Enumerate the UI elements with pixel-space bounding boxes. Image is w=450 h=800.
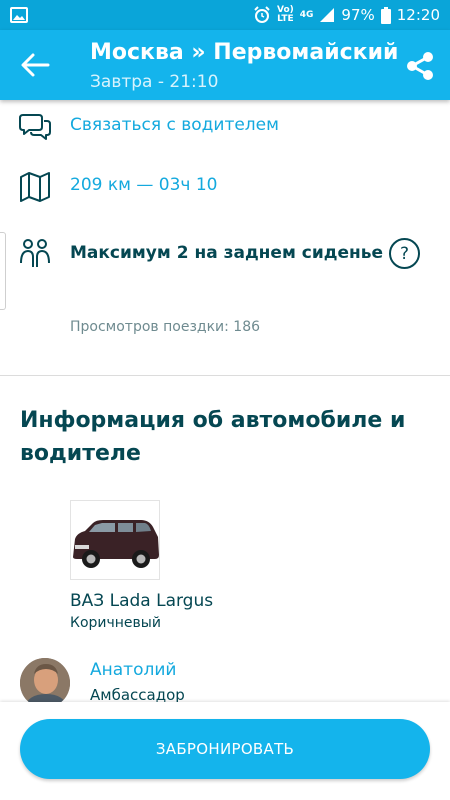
passengers-icon: [20, 239, 50, 267]
signal-icon: [320, 8, 335, 22]
seats-row: Максимум 2 на заднем сиденье: [0, 236, 450, 272]
status-bar: Vo) LTE 4G 97% 12:20: [0, 0, 450, 30]
section-divider: [0, 375, 450, 376]
driver-name-link[interactable]: Анатолий: [90, 660, 176, 680]
battery-icon: [380, 6, 391, 24]
battery-percent: 97%: [341, 6, 375, 24]
alarm-icon: [254, 6, 270, 23]
app-bar: Москва » Первомайский Завтра - 21:10: [0, 30, 450, 100]
share-icon[interactable]: [404, 50, 436, 82]
car-color: Коричневый: [70, 615, 161, 631]
map-icon: [20, 172, 50, 202]
car-image: [73, 520, 159, 568]
contact-driver-row[interactable]: Связаться с водителем: [0, 108, 450, 144]
seats-info: Максимум 2 на заднем сиденье: [70, 243, 384, 263]
volte-indicator: Vo) LTE: [276, 5, 294, 24]
contact-driver-link[interactable]: Связаться с водителем: [70, 115, 279, 135]
trip-views-count: Просмотров поездки: 186: [70, 319, 261, 335]
net-type: 4G: [299, 9, 314, 20]
car-photo[interactable]: [70, 500, 160, 580]
chat-bubbles-icon: [19, 114, 51, 140]
distance-row: 209 км — 03ч 10: [0, 168, 450, 204]
side-handle[interactable]: [0, 232, 6, 310]
car-driver-section-title: Информация об автомобиле и водителе: [20, 408, 406, 466]
image-icon: [10, 7, 28, 23]
trip-datetime: Завтра - 21:10: [90, 72, 219, 92]
page-title: Москва » Первомайский: [90, 40, 399, 65]
book-button[interactable]: ЗАБРОНИРОВАТЬ: [20, 719, 430, 779]
distance-duration: 209 км — 03ч 10: [70, 175, 218, 195]
avatar[interactable]: [20, 658, 70, 708]
help-icon[interactable]: ?: [389, 238, 420, 269]
car-model: ВАЗ Lada Largus: [70, 591, 214, 611]
back-arrow-icon[interactable]: [20, 52, 50, 78]
clock: 12:20: [396, 6, 440, 24]
driver-photo: [20, 658, 70, 708]
